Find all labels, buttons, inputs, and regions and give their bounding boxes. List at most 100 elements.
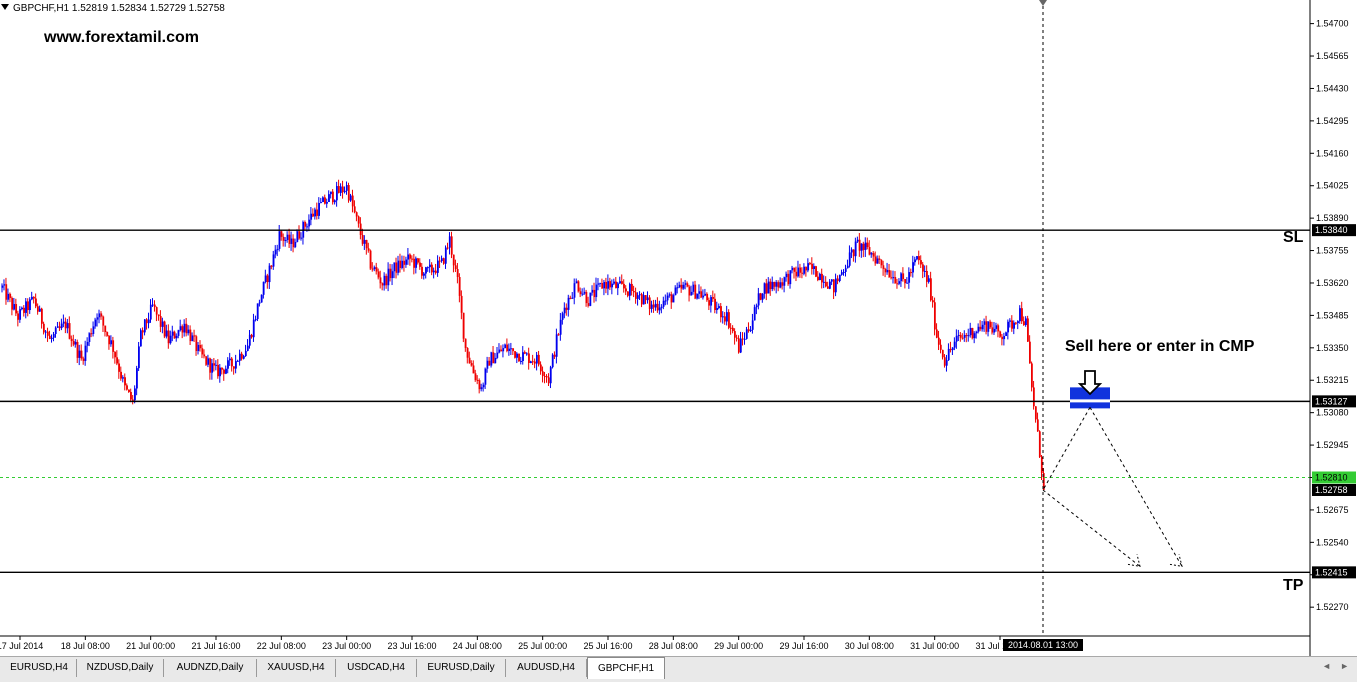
price-chart[interactable]: 1.54700 1.54565 1.54430 1.54295 1.54160 1.540… [0,0,1357,656]
candle-body [167,330,170,344]
candle-body [262,282,265,295]
tab-nzdusd-daily[interactable]: NZDUSD,Daily [77,659,164,677]
dropdown-triangle-icon[interactable] [1,4,9,10]
candle-body [183,323,186,333]
candle-body [706,293,709,301]
candle-body [985,321,988,332]
candle-body [947,348,950,361]
candle-body [314,209,317,217]
candle-body [195,336,198,352]
candle-body [698,291,701,294]
candle-body [1027,318,1029,342]
tab-gbpchf-h1[interactable]: GBPCHF,H1 [587,657,665,679]
candle-body [440,258,443,262]
candle-body [741,338,744,340]
candle-body [171,331,174,336]
time-tick-label: 18 Jul 08:00 [61,641,110,651]
candle-body [965,335,968,337]
tab-audusd-h4[interactable]: AUDUSD,H4 [506,659,587,677]
candle-body [199,344,202,349]
candle-body [935,329,938,338]
candle-body [872,253,875,257]
candle-body [328,194,330,202]
candle-body [757,293,760,306]
candle-body [181,326,184,333]
candle-body [769,281,772,290]
candle-body [575,281,578,284]
candle-body [906,282,909,284]
entry-box-gap [1070,399,1110,403]
tab-eurusd-h4[interactable]: EURUSD,H4 [2,659,77,677]
candle-body [633,291,635,293]
candle-body [821,273,823,283]
candle-body [975,331,978,334]
candle-body [670,294,673,303]
chart-window[interactable]: 1.54700 1.54565 1.54430 1.54295 1.54160 1.540… [0,0,1357,656]
candle-body [389,268,392,279]
tab-scroll-right-icon[interactable]: ► [1340,661,1349,671]
candle-body [783,277,786,286]
candle-body [1032,387,1035,407]
candle-body [78,350,81,358]
candle-body [1003,336,1006,340]
candle-body [444,247,447,264]
candle-body [359,223,362,235]
candle-body [209,358,212,373]
candle-body [240,353,243,359]
candle-body [543,375,546,377]
candle-body [718,306,720,309]
tab-audnzd-daily[interactable]: AUDNZD,Daily [164,659,257,677]
candle-body [1025,318,1027,326]
candle-body [607,281,610,289]
candle-body [151,304,154,306]
candle-body [963,335,966,338]
tab-usdcad-h4[interactable]: USDCAD,H4 [336,659,417,677]
candle-body [908,272,911,283]
candle-body [250,334,253,338]
tab-eurusd-daily[interactable]: EURUSD,Daily [417,659,506,677]
candle-body [617,283,619,289]
candle-body [551,354,554,368]
candle-body [52,334,55,338]
candle-body [654,303,657,308]
candle-body [631,283,633,292]
candle-body [102,316,105,326]
candle-body [581,293,584,295]
candle-body [395,262,398,273]
candle-body [252,319,255,338]
candle-body [605,281,608,289]
candle-body [589,292,592,306]
candle-body [743,338,746,340]
candle-body [648,297,651,309]
candle-body [603,281,606,289]
candle-body [516,353,518,358]
candle-body [834,278,837,293]
candle-body [971,327,974,339]
candle-body [943,357,946,366]
candle-body [840,272,843,275]
candle-body [23,307,25,313]
candle-body [827,286,829,289]
candle-body [207,358,210,365]
last-price-badge-label: 1.52758 [1315,485,1348,495]
candle-body [177,330,180,336]
candle-body [385,275,388,286]
candle-body [41,308,43,324]
candle-body [858,239,861,251]
tab-scroll-left-icon[interactable]: ◄ [1322,661,1331,671]
candle-body [312,213,315,217]
candle-body [237,360,239,362]
candle-body [650,304,653,309]
candle-body [993,328,996,333]
candle-body [571,297,574,299]
candle-body [187,329,190,334]
candle-body [793,267,796,272]
candle-body [949,348,952,351]
tab-xauusd-h4[interactable]: XAUUSD,H4 [257,659,336,677]
candle-body [25,301,27,313]
candle-body [381,283,384,286]
candle-body [132,399,134,401]
candle-body [227,360,229,369]
candle-body [62,321,65,324]
candle-body [555,334,558,357]
